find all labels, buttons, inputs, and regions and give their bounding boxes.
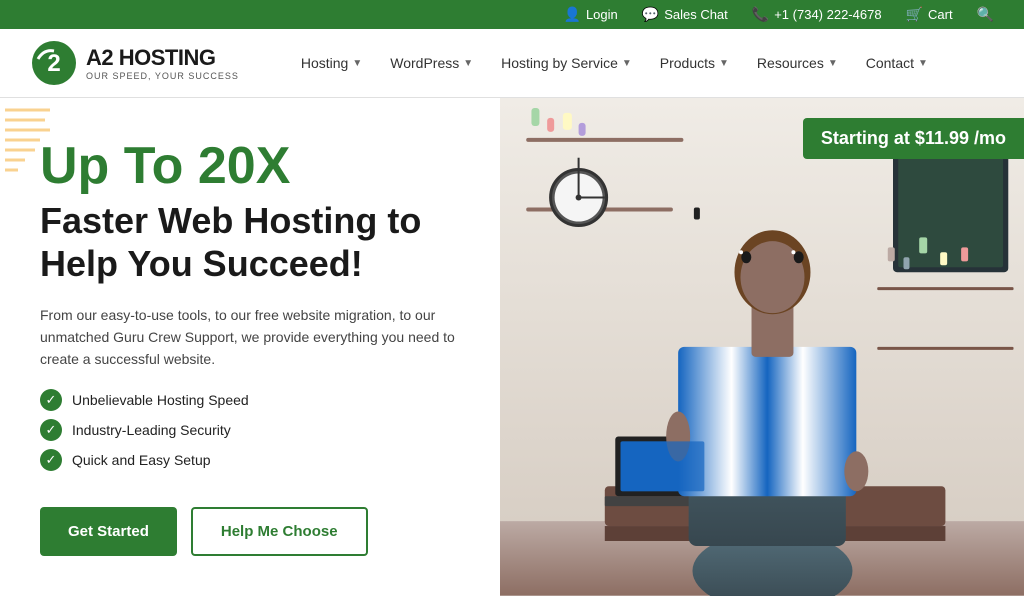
check-icon-3: ✓ (40, 449, 62, 471)
help-me-choose-button[interactable]: Help Me Choose (191, 507, 368, 556)
logo-svg: 2 (30, 39, 78, 87)
contact-chevron-icon: ▼ (918, 58, 928, 69)
nav-resources-label: Resources (757, 55, 824, 71)
cart-icon: 🛒 (906, 6, 923, 23)
nav-item-wordpress[interactable]: WordPress ▼ (378, 47, 485, 79)
hosting-service-chevron-icon: ▼ (622, 58, 632, 69)
logo-name: A2 HOSTING (86, 45, 239, 71)
logo-link[interactable]: 2 A2 HOSTING OUR SPEED, YOUR SUCCESS (30, 39, 239, 87)
nav-item-products[interactable]: Products ▼ (648, 47, 741, 79)
get-started-button[interactable]: Get Started (40, 507, 177, 556)
hero-headline-black: Faster Web Hosting to Help You Succeed! (40, 199, 460, 285)
top-bar: 👤 Login 💬 Sales Chat 📞 +1 (734) 222-4678… (0, 0, 1024, 29)
login-icon: 👤 (564, 6, 581, 23)
feature-item-2: ✓ Industry-Leading Security (40, 419, 460, 441)
nav-item-hosting-by-service[interactable]: Hosting by Service ▼ (489, 47, 644, 79)
nav-wordpress-label: WordPress (390, 55, 459, 71)
login-link[interactable]: 👤 Login (564, 6, 618, 23)
hero-left: Up To 20X Faster Web Hosting to Help You… (0, 98, 500, 596)
hero-background-svg (500, 98, 1024, 596)
resources-chevron-icon: ▼ (828, 58, 838, 69)
nav-hosting-service-label: Hosting by Service (501, 55, 618, 71)
chat-icon: 💬 (642, 6, 659, 23)
hero-buttons: Get Started Help Me Choose (40, 507, 460, 556)
hero-section: Up To 20X Faster Web Hosting to Help You… (0, 98, 1024, 596)
svg-text:2: 2 (47, 50, 60, 77)
nav-item-hosting[interactable]: Hosting ▼ (289, 47, 374, 79)
deco-lines-svg (0, 100, 55, 220)
nav-hosting-label: Hosting (301, 55, 348, 71)
nav-links: Hosting ▼ WordPress ▼ Hosting by Service… (289, 47, 994, 79)
cart-label: Cart (928, 7, 953, 22)
phone-icon: 📞 (752, 6, 769, 23)
login-label: Login (586, 7, 618, 22)
nav-contact-label: Contact (866, 55, 914, 71)
logo-text: A2 HOSTING OUR SPEED, YOUR SUCCESS (86, 45, 239, 81)
search-icon-top[interactable]: 🔍 (977, 6, 994, 23)
hero-right: Starting at $11.99 /mo (500, 98, 1024, 596)
nav-products-label: Products (660, 55, 715, 71)
check-icon-1: ✓ (40, 389, 62, 411)
nav-item-contact[interactable]: Contact ▼ (854, 47, 940, 79)
sales-chat-link[interactable]: 💬 Sales Chat (642, 6, 728, 23)
feature-list: ✓ Unbelievable Hosting Speed ✓ Industry-… (40, 389, 460, 479)
feature-label-1: Unbelievable Hosting Speed (72, 392, 249, 408)
logo-tagline: OUR SPEED, YOUR SUCCESS (86, 71, 239, 81)
nav-bar: 2 A2 HOSTING OUR SPEED, YOUR SUCCESS Hos… (0, 29, 1024, 98)
hero-description: From our easy-to-use tools, to our free … (40, 304, 460, 371)
cart-link[interactable]: 🛒 Cart (906, 6, 953, 23)
hero-headline-green: Up To 20X (40, 138, 460, 195)
phone-label: +1 (734) 222-4678 (774, 7, 881, 22)
feature-label-2: Industry-Leading Security (72, 422, 231, 438)
feature-item-1: ✓ Unbelievable Hosting Speed (40, 389, 460, 411)
feature-label-3: Quick and Easy Setup (72, 452, 211, 468)
check-icon-2: ✓ (40, 419, 62, 441)
hero-canvas: Starting at $11.99 /mo (500, 98, 1024, 596)
feature-item-3: ✓ Quick and Easy Setup (40, 449, 460, 471)
wordpress-chevron-icon: ▼ (463, 58, 473, 69)
starting-price-badge: Starting at $11.99 /mo (803, 118, 1024, 159)
nav-item-resources[interactable]: Resources ▼ (745, 47, 850, 79)
sales-chat-label: Sales Chat (664, 7, 728, 22)
phone-link[interactable]: 📞 +1 (734) 222-4678 (752, 6, 882, 23)
products-chevron-icon: ▼ (719, 58, 729, 69)
hosting-chevron-icon: ▼ (352, 58, 362, 69)
